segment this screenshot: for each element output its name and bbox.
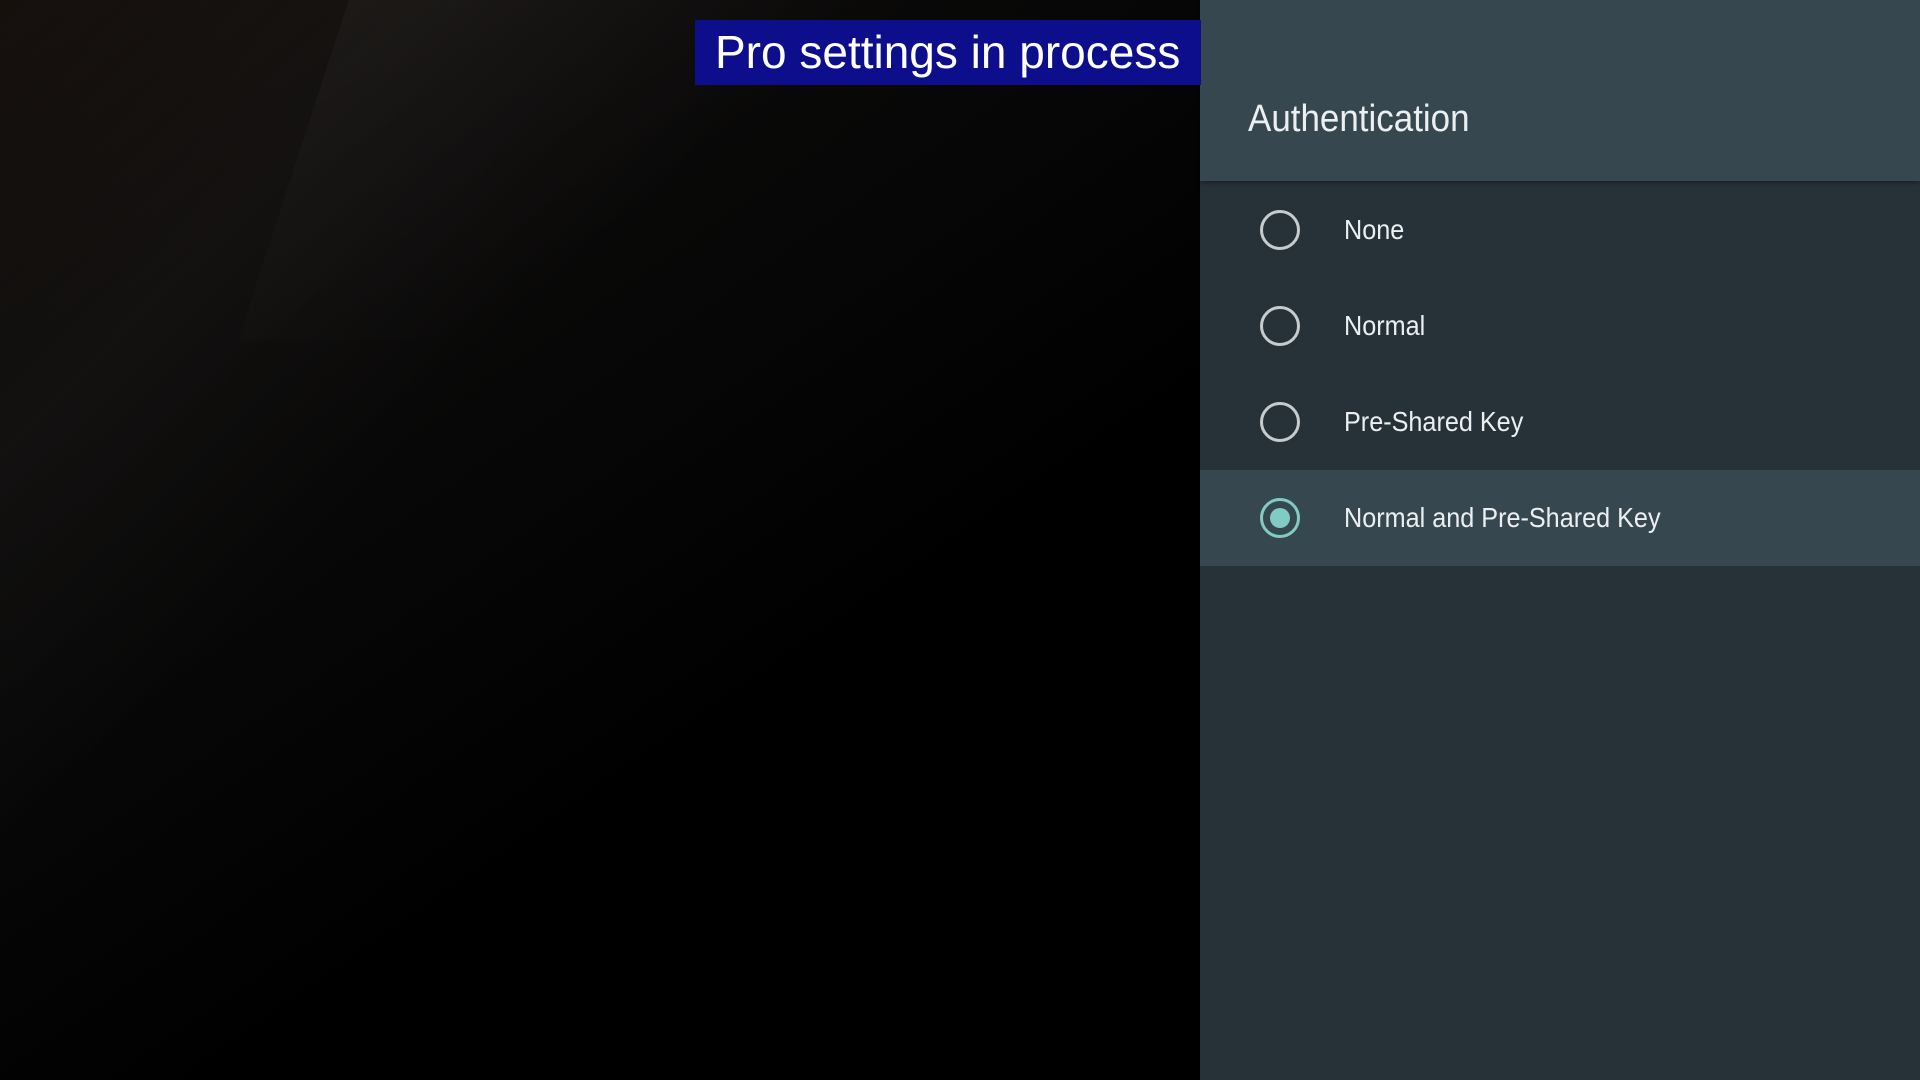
panel-header: Authentication	[1200, 0, 1920, 181]
status-banner: Pro settings in process	[695, 20, 1202, 85]
option-none[interactable]: None	[1200, 182, 1920, 278]
option-label: Pre-Shared Key	[1344, 406, 1524, 437]
option-label: Normal and Pre-Shared Key	[1344, 502, 1661, 533]
radio-unchecked-icon[interactable]	[1260, 210, 1300, 250]
settings-side-panel: Authentication None Normal Pre-Shared Ke…	[1200, 0, 1920, 1080]
authentication-options-list: None Normal Pre-Shared Key Normal and Pr…	[1200, 182, 1920, 566]
screen: Pro settings in process Authentication N…	[0, 0, 1920, 1080]
radio-checked-icon[interactable]	[1260, 498, 1300, 538]
background-wallpaper	[0, 0, 1200, 1080]
radio-unchecked-icon[interactable]	[1260, 402, 1300, 442]
radio-dot-icon	[1270, 508, 1290, 528]
option-normal-and-pre-shared-key[interactable]: Normal and Pre-Shared Key	[1200, 470, 1920, 566]
option-pre-shared-key[interactable]: Pre-Shared Key	[1200, 374, 1920, 470]
radio-unchecked-icon[interactable]	[1260, 306, 1300, 346]
option-normal[interactable]: Normal	[1200, 278, 1920, 374]
option-label: Normal	[1344, 310, 1426, 341]
option-label: None	[1344, 214, 1405, 245]
panel-title: Authentication	[1248, 98, 1470, 140]
